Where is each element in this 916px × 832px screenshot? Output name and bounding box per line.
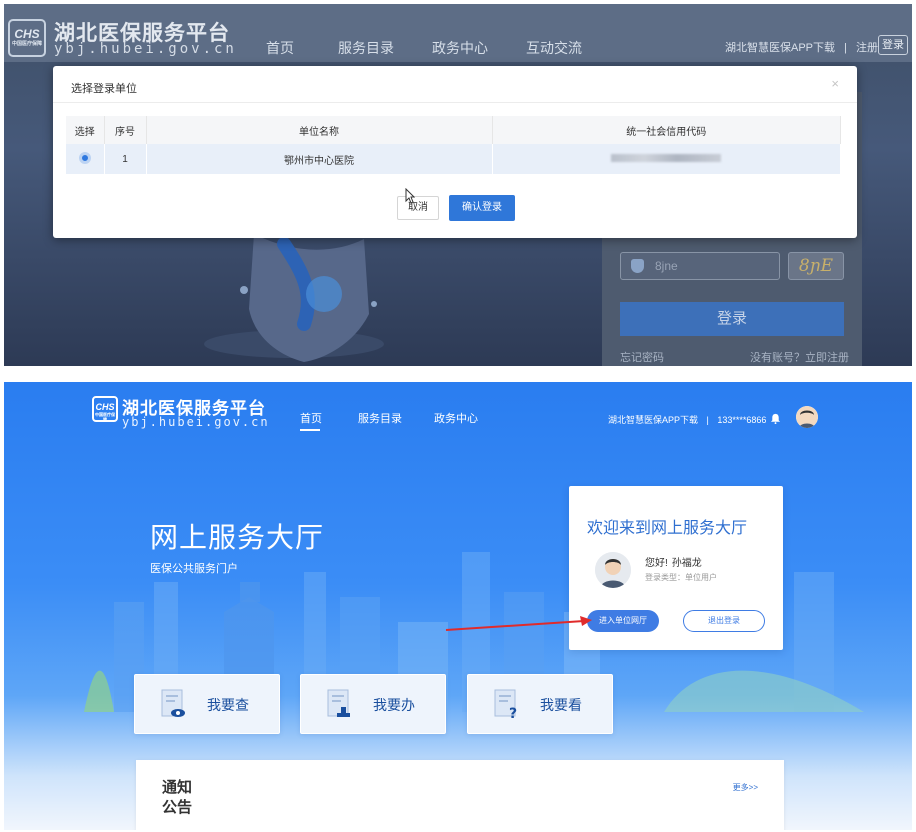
header-links: 湖北智慧医保APP下载 | 注册 [725,39,878,55]
header-links: 湖北智慧医保APP下载 | 133****6866 [608,413,766,426]
notice-more-link[interactable]: 更多>> [733,782,758,793]
row-unit-name: 鄂州市中心医院 [146,144,493,174]
unit-table: 选择 序号 单位名称 统一社会信用代码 1 鄂州市中心医院 [66,116,841,174]
nav-active-indicator [300,429,320,431]
mouse-cursor-icon [405,188,415,204]
bell-icon[interactable] [770,413,781,424]
separator: | [844,42,847,54]
logout-button[interactable]: 退出登录 [683,610,765,632]
shield-illustration [204,234,384,362]
nav-government-center[interactable]: 政务中心 [432,38,488,58]
screenshot-select-login-unit: CHS 中国医疗保障 湖北医保服务平台 ybj.hubei.gov.cn 首页 … [4,4,912,366]
logo-subtext: 中国医疗保障 [95,412,115,422]
table-row[interactable]: 1 鄂州市中心医院 [66,144,841,174]
col-index: 序号 [104,116,147,144]
red-arrow-annotation [445,616,592,631]
greeting: 您好! 孙福龙 [645,554,702,569]
selected-radio[interactable] [78,151,91,164]
logo-subtext: 中国医疗保障 [11,41,42,47]
card-handle-label: 我要办 [373,697,415,713]
chs-logo: CHS 中国医疗保障 [8,19,46,57]
separator: | [706,415,709,425]
nav-service-catalog[interactable]: 服务目录 [358,410,402,426]
card-view-label: 我要看 [540,697,582,713]
nav-interaction[interactable]: 互动交流 [526,38,582,58]
notice-title: 通知公告 [162,779,193,816]
site-url: ybj.hubei.gov.cn [122,415,270,429]
col-credit-code: 统一社会信用代码 [492,116,841,144]
card-view[interactable]: ? 我要看 [467,674,613,734]
login-button[interactable]: 登录 [620,302,844,336]
shield-icon [631,259,644,273]
screenshot-online-service-hall: CHS 中国医疗保障 湖北医保服务平台 ybj.hubei.gov.cn 首页 … [4,382,912,830]
register-link[interactable]: 注册 [856,42,878,54]
notice-panel: 通知公告 更多>> [136,760,784,830]
welcome-avatar [595,552,631,588]
login-type: 登录类型：单位用户 [645,573,717,582]
document-search-icon [161,689,185,717]
card-handle[interactable]: 我要办 [300,674,446,734]
col-unit-name: 单位名称 [146,116,493,144]
hero-title: 网上服务大厅 [150,522,325,553]
masked-credit-code [611,153,722,162]
app-download-link[interactable]: 湖北智慧医保APP下载 [608,415,698,425]
close-icon[interactable]: × [831,76,839,91]
col-select: 选择 [66,116,105,144]
hero-subtitle: 医保公共服务门户 [150,563,238,575]
user-phone[interactable]: 133****6866 [717,415,766,425]
welcome-card: 欢迎来到网上服务大厅 您好! 孙福龙 登录类型：单位用户 进入单位网厅 退出登录 [569,486,783,650]
nav-home[interactable]: 首页 [300,410,322,426]
avatar-icon [796,406,818,428]
svg-text:?: ? [509,706,517,719]
greeting-text: 您好! [645,558,668,569]
confirm-login-button[interactable]: 确认登录 [449,195,515,221]
row-radio-cell[interactable] [66,144,105,174]
logo-text: CHS [14,27,40,41]
header-login-button[interactable]: 登录 [878,35,908,55]
nav-service-catalog[interactable]: 服务目录 [338,38,394,58]
nav-government-center[interactable]: 政务中心 [434,410,478,426]
register-now-link[interactable]: 没有账号？立即注册 [750,349,849,365]
cancel-button[interactable]: 取消 [397,196,439,220]
chs-logo: CHS 中国医疗保障 [92,396,118,422]
row-credit-code [492,144,841,174]
user-name: 孙福龙 [671,558,702,569]
forgot-password-link[interactable]: 忘记密码 [620,349,664,365]
welcome-title: 欢迎来到网上服务大厅 [587,520,748,537]
captcha-input[interactable]: 8jne [620,252,780,280]
modal-title: 选择登录单位 [71,83,137,95]
captcha-image[interactable]: 8ɲE [788,252,844,280]
document-stamp-icon [327,689,350,717]
card-query[interactable]: 我要查 [134,674,280,734]
row-index: 1 [104,144,147,174]
logo-text: CHS [95,402,115,412]
user-avatar-icon [595,552,631,588]
site-url: ybj.hubei.gov.cn [54,41,237,57]
table-header-row: 选择 序号 单位名称 统一社会信用代码 [66,116,841,144]
document-question-icon: ? [494,689,517,719]
enter-unit-hall-button[interactable]: 进入单位网厅 [587,610,659,632]
app-download-link[interactable]: 湖北智慧医保APP下载 [725,42,835,54]
captcha-input-value: 8jne [655,259,678,273]
card-query-label: 我要查 [207,697,249,713]
site-header: CHS 中国医疗保障 湖北医保服务平台 ybj.hubei.gov.cn 首页 … [4,4,912,62]
nav-home[interactable]: 首页 [266,38,294,58]
modal-divider [53,102,857,103]
user-avatar[interactable] [796,406,818,428]
select-unit-modal: 选择登录单位 × 选择 序号 单位名称 统一社会信用代码 1 鄂州市中心医院 取… [53,66,857,238]
